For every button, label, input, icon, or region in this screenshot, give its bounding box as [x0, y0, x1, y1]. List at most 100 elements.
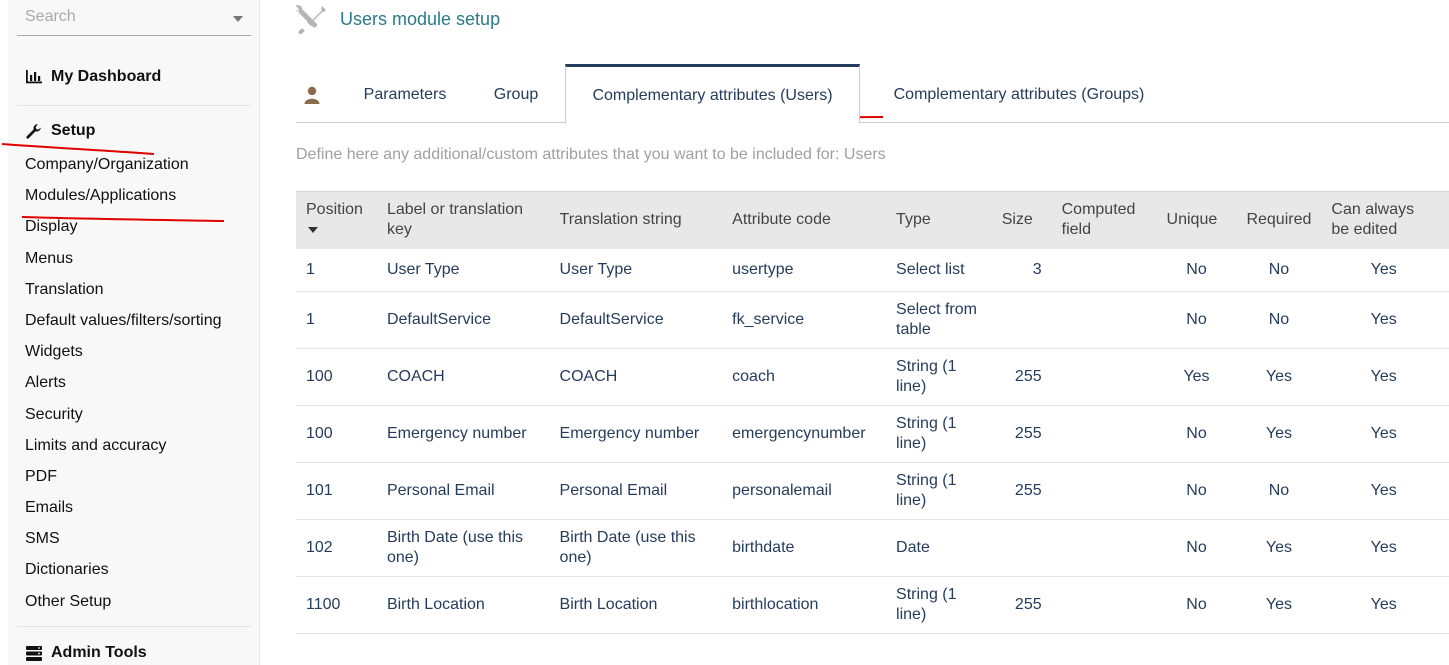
bar-chart-icon [26, 70, 42, 84]
sidebar-item-dictionaries[interactable]: Dictionaries [25, 560, 222, 591]
cell-editable: Yes [1321, 248, 1449, 292]
sidebar-item-emails[interactable]: Emails [25, 498, 222, 529]
cell-unique: No [1156, 405, 1237, 463]
cell-editable: Yes [1321, 405, 1449, 463]
sidebar-item-alerts[interactable]: Alerts [25, 373, 222, 404]
column-header-unique[interactable]: Unique [1157, 192, 1237, 249]
cell-translation: DefaultService [549, 291, 723, 349]
cell-required: Yes [1236, 519, 1322, 577]
cell-size: 3 [991, 248, 1052, 292]
cell-editable: Yes [1321, 462, 1449, 520]
cell-computed [1051, 348, 1157, 406]
sort-down-icon[interactable] [308, 227, 318, 234]
dashboard-label: My Dashboard [51, 68, 162, 85]
search-input[interactable] [25, 8, 215, 26]
cell-code: fk_service [722, 291, 887, 349]
cell-code: birthdate [722, 519, 887, 577]
search-box[interactable] [17, 0, 251, 36]
sidebar-item-modules-applications[interactable]: Modules/Applications [25, 186, 222, 217]
tab-complementary-attributes-users[interactable]: Complementary attributes (Users) [565, 64, 860, 124]
cell-translation: Emergency number [549, 405, 723, 463]
cell-unique: No [1156, 291, 1237, 349]
cell-label: Birth Date (use this one) [376, 519, 550, 577]
table-row[interactable]: 1 DefaultService DefaultService fk_servi… [296, 291, 1449, 349]
cell-label: Emergency number [376, 405, 550, 463]
sidebar-item-limits-accuracy[interactable]: Limits and accuracy [25, 436, 222, 467]
cell-label: DefaultService [376, 291, 550, 349]
page-title: Users module setup [340, 8, 501, 29]
left-sidebar: My Dashboard Setup Company/Organization … [8, 0, 260, 665]
column-header-attribute-code[interactable]: Attribute code [722, 192, 886, 249]
page-description: Define here any additional/custom attrib… [296, 146, 886, 163]
tab-complementary-attributes-groups[interactable]: Complementary attributes (Groups) [874, 64, 1164, 123]
cell-position: 100 [296, 405, 377, 463]
cell-computed [1051, 291, 1157, 349]
cell-translation: Personal Email [549, 462, 723, 520]
table-row[interactable]: 1100 Birth Location Birth Location birth… [296, 576, 1449, 634]
cell-required: No [1236, 291, 1322, 349]
sidebar-item-pdf[interactable]: PDF [25, 467, 222, 498]
cell-computed [1051, 462, 1157, 520]
cell-computed [1051, 405, 1157, 463]
sidebar-item-sms[interactable]: SMS [25, 529, 222, 560]
sidebar-item-company-organization[interactable]: Company/Organization [25, 155, 222, 186]
wrench-icon [26, 124, 41, 139]
setup-menu-list: Company/Organization Modules/Application… [25, 155, 222, 623]
chevron-down-icon[interactable] [233, 16, 243, 22]
sidebar-item-security[interactable]: Security [25, 405, 222, 436]
cell-code: usertype [722, 248, 887, 292]
divider [17, 105, 251, 106]
column-header-type[interactable]: Type [886, 192, 992, 249]
table-row[interactable]: 100 Emergency number Emergency number em… [296, 405, 1449, 463]
cell-unique: Yes [1156, 348, 1237, 406]
divider [17, 626, 251, 627]
cell-type: String (1 line) [886, 462, 992, 520]
table-row[interactable]: 101 Personal Email Personal Email person… [296, 462, 1449, 520]
cell-unique: No [1156, 519, 1237, 577]
cell-type: Date [886, 519, 992, 577]
cell-type: String (1 line) [886, 405, 992, 463]
sidebar-item-other-setup[interactable]: Other Setup [25, 592, 222, 623]
column-header-required[interactable]: Required [1236, 192, 1321, 249]
admin-tools-label: Admin Tools [51, 644, 147, 661]
cell-position: 1 [296, 248, 377, 292]
sidebar-item-default-values[interactable]: Default values/filters/sorting [25, 311, 222, 342]
cell-editable: Yes [1321, 348, 1449, 406]
cell-required: No [1236, 462, 1322, 520]
cell-size: 255 [991, 576, 1052, 634]
sidebar-item-my-dashboard[interactable]: My Dashboard [25, 68, 161, 86]
column-header-computed[interactable]: Computed field [1052, 192, 1157, 249]
tab-group[interactable]: Group [474, 64, 558, 123]
cell-type: Select list [886, 248, 992, 292]
table-row[interactable]: 102 Birth Date (use this one) Birth Date… [296, 519, 1449, 577]
tab-bar: Parameters Group Complementary attribute… [296, 64, 1449, 124]
table-row[interactable]: 100 COACH COACH coach String (1 line) 25… [296, 348, 1449, 406]
cell-label: Personal Email [376, 462, 550, 520]
column-header-position[interactable]: Position [296, 192, 377, 249]
cell-code: birthlocation [722, 576, 887, 634]
table-header-row: Position Label or translation key Transl… [296, 191, 1449, 249]
cell-editable: Yes [1321, 291, 1449, 349]
cell-position: 100 [296, 348, 377, 406]
column-header-size[interactable]: Size [992, 192, 1052, 249]
sidebar-item-setup[interactable]: Setup [25, 122, 95, 140]
cell-translation: Birth Location [549, 576, 723, 634]
cell-type: Select from table [886, 291, 992, 349]
table-row[interactable]: 1 User Type User Type usertype Select li… [296, 248, 1449, 292]
cell-computed [1051, 519, 1157, 577]
column-header-translation[interactable]: Translation string [550, 192, 723, 249]
column-header-can-always-be-edited[interactable]: Can always be edited [1321, 192, 1449, 249]
sidebar-item-menus[interactable]: Menus [25, 249, 222, 280]
sidebar-item-display[interactable]: Display [25, 217, 222, 248]
tools-icon [296, 5, 326, 34]
cell-required: Yes [1236, 405, 1322, 463]
cell-required: No [1236, 248, 1322, 292]
cell-position: 1 [296, 291, 377, 349]
sidebar-item-widgets[interactable]: Widgets [25, 342, 222, 373]
tab-parameters[interactable]: Parameters [346, 64, 464, 123]
cell-required: Yes [1236, 348, 1322, 406]
server-icon [26, 646, 42, 661]
column-header-label[interactable]: Label or translation key [377, 192, 550, 249]
sidebar-item-translation[interactable]: Translation [25, 280, 222, 311]
sidebar-item-admin-tools[interactable]: Admin Tools [25, 644, 147, 662]
